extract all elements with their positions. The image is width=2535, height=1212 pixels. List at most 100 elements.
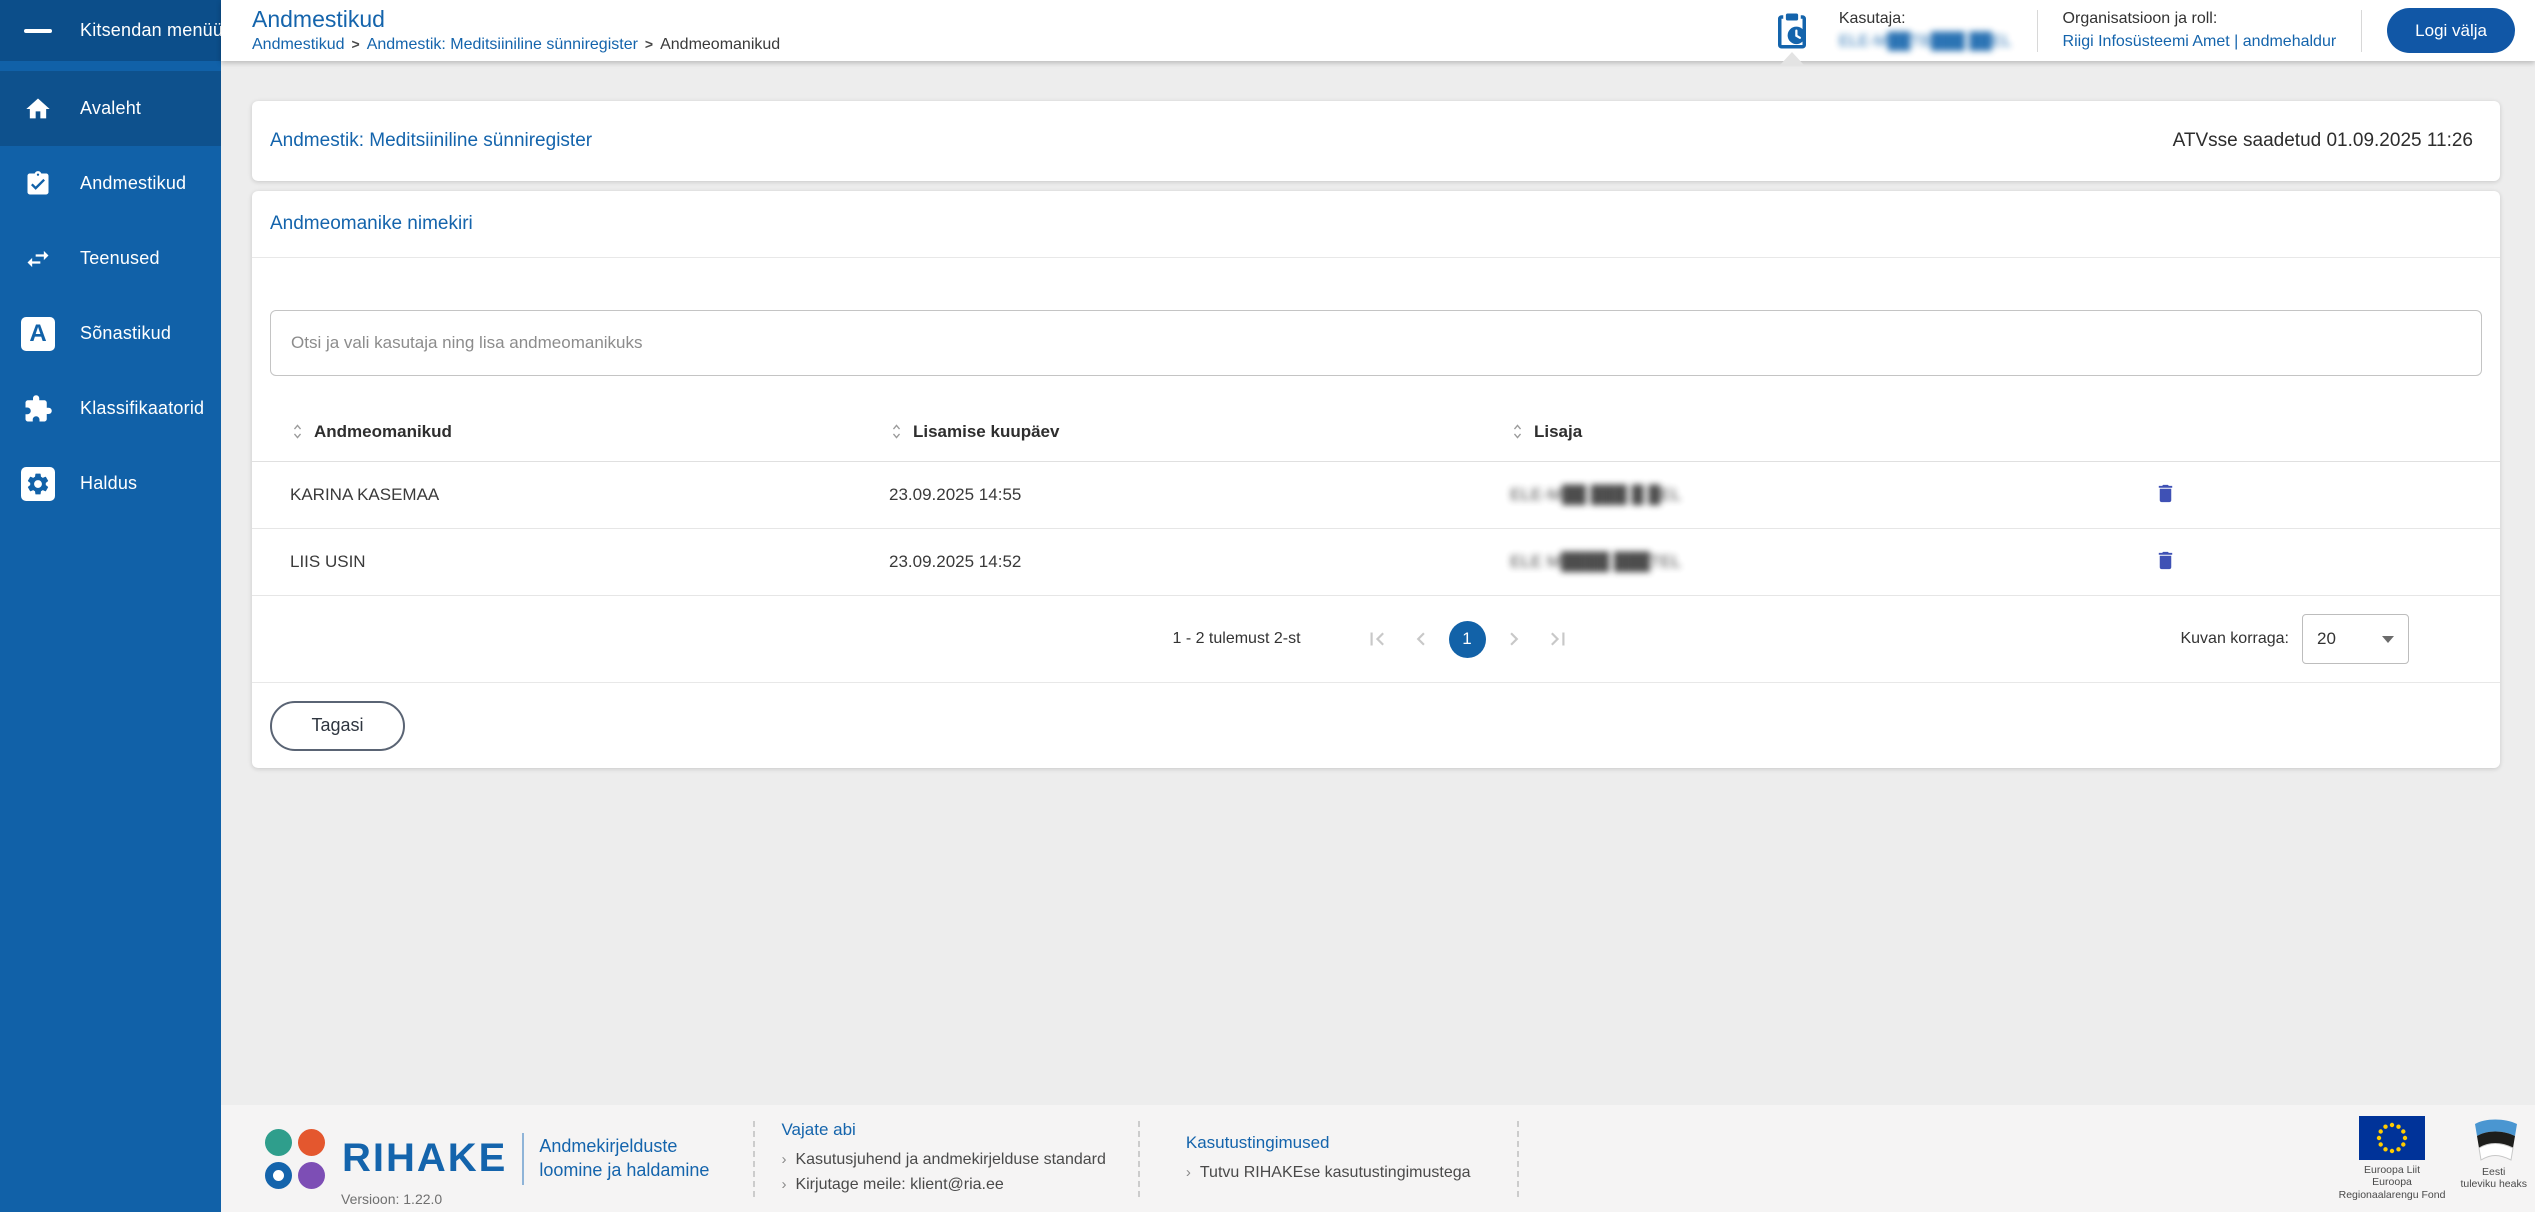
eu-flag-caption: Euroopa Liit Euroopa Regionaalarengu Fon… — [2338, 1163, 2446, 1201]
organisation-value: Riigi Infosüsteemi Amet | andmehaldur — [2062, 32, 2337, 50]
sidebar-item-label: Haldus — [80, 473, 138, 493]
pagination: 1 - 2 tulemust 2-st 1 Kuvan korraga: 20 — [252, 596, 2500, 682]
collapse-menu-icon — [19, 28, 57, 33]
logout-button[interactable]: Logi välja — [2387, 8, 2515, 53]
sidebar-item-haldus[interactable]: Haldus — [0, 446, 221, 521]
eu-flag-block: Euroopa Liit Euroopa Regionaalarengu Fon… — [2338, 1115, 2446, 1202]
chevron-right-icon: › — [781, 1176, 787, 1193]
clipboard-clock-icon[interactable] — [1770, 6, 1814, 65]
owner-added-date: 23.09.2025 14:55 — [889, 485, 1022, 504]
chevron-down-icon — [2382, 635, 2394, 643]
version-label: Versioon: 1.22.0 — [341, 1191, 443, 1207]
top-header: Andmestikud Andmestikud > Andmestik: Medit… — [221, 0, 2535, 65]
sidebar-item-klassifikaatorid[interactable]: Klassifikaatorid — [0, 371, 221, 446]
sidebar-item-label: Andmestikud — [80, 173, 187, 193]
chevron-right-icon: › — [1185, 1163, 1191, 1181]
organisation-block: Organisatsioon ja roll: Riigi Infosüstee… — [2063, 10, 2337, 51]
terms-title: Kasutustingimused — [1185, 1132, 1330, 1152]
rihake-logo: RIHAKE Andmekirjelduste loomine ja halda… — [265, 1128, 710, 1189]
pagination-summary: 1 - 2 tulemust 2-st — [1172, 630, 1301, 647]
dataset-card-title: Andmestik: Meditsiiniline sünniregister — [270, 130, 593, 151]
header-divider — [2036, 9, 2038, 52]
sort-icon — [892, 424, 901, 439]
breadcrumb-separator: > — [351, 36, 360, 53]
sidebar-item-avaleht[interactable]: Avaleht — [0, 71, 221, 146]
trash-icon — [2158, 551, 2173, 570]
header-divider — [2361, 9, 2363, 52]
user-label: Kasutaja: — [1838, 10, 1906, 28]
owner-search-input[interactable] — [270, 310, 2482, 376]
letter-a-icon: A — [19, 316, 57, 351]
footer-divider — [1516, 1120, 1519, 1197]
breadcrumb-link-andmestik[interactable]: Andmestik: Meditsiiniline sünniregister — [367, 36, 638, 53]
column-header-lisaja[interactable]: Lisaja — [1472, 422, 2114, 442]
column-header-lisamise-kuupaev[interactable]: Lisamise kuupäev — [851, 422, 1472, 442]
footer: RIHAKE Andmekirjelduste loomine ja halda… — [221, 1105, 2535, 1212]
sidebar-item-label: Klassifikaatorid — [80, 398, 205, 418]
table-row: KARINA KASEMAA 23.09.2025 14:55 ELE-M██ … — [252, 462, 2500, 529]
help-link-manual[interactable]: › Kasutusjuhend ja andmekirjelduse standa… — [781, 1147, 1105, 1172]
rihake-dots-icon — [265, 1128, 325, 1189]
help-section: Vajate abi › Kasutusjuhend ja andmekirjel… — [781, 1120, 1105, 1197]
sort-icon — [1513, 424, 1522, 439]
chevron-right-icon: › — [781, 1151, 787, 1168]
dataset-status: ATVsse saadetud 01.09.2025 11:26 — [2172, 130, 2473, 151]
page-title: Andmestikud — [252, 6, 385, 32]
puzzle-icon — [19, 394, 57, 424]
breadcrumb-separator: > — [644, 36, 654, 53]
per-page-label: Kuvan korraga: — [2180, 630, 2289, 647]
home-icon — [19, 95, 57, 123]
owner-added-by-redacted: ELE-M██ ███ █ █EL — [1510, 485, 1682, 504]
last-page-button[interactable] — [1541, 622, 1575, 656]
brand-divider — [522, 1132, 525, 1185]
organisation-label: Organisatsioon ja roll: — [2062, 10, 2218, 28]
sidebar-item-label: Avaleht — [80, 98, 142, 118]
delete-owner-button[interactable] — [2152, 480, 2179, 510]
next-page-button[interactable] — [1497, 622, 1531, 656]
footer-divider — [1137, 1120, 1140, 1197]
dataset-card: Andmestik: Meditsiiniline sünniregister … — [252, 101, 2500, 181]
owner-added-by-redacted: ELE M████ ███TEL — [1510, 552, 1682, 571]
content-area: Andmestik: Meditsiiniline sünniregister … — [221, 61, 2535, 1105]
breadcrumb: Andmestikud > Andmestik: Meditsiiniline sü… — [252, 36, 780, 54]
terms-section: Kasutustingimused › Tutvu RIHAKEse kasutu… — [1186, 1133, 1471, 1185]
brand-tagline: Andmekirjelduste loomine ja haldamine — [539, 1136, 710, 1180]
estonia-flag — [2474, 1119, 2517, 1161]
sidebar-item-label: Sõnastikud — [80, 323, 172, 343]
owners-table: Andmeomanikud Lisamise kuupäev Lisaja KA… — [252, 402, 2500, 596]
delete-owner-button[interactable] — [2152, 547, 2179, 577]
user-name-redacted: ELE-M██TB███ ██EL — [1838, 32, 2012, 50]
breadcrumb-current: Andmeomanikud — [660, 36, 781, 54]
swap-arrows-icon — [19, 245, 57, 273]
trash-icon — [2158, 484, 2173, 503]
help-title: Vajate abi — [781, 1120, 856, 1139]
terms-link[interactable]: › Tutvu RIHAKEse kasutustingimustega — [1186, 1160, 1471, 1185]
sidebar-item-teenused[interactable]: Teenused — [0, 221, 221, 296]
estonia-flag-block: Eesti tuleviku heaks — [2460, 1116, 2527, 1191]
clipboard-check-icon — [19, 170, 57, 198]
page-number-button[interactable]: 1 — [1448, 620, 1486, 658]
owner-name: LIIS USIN — [290, 552, 366, 571]
sidebar-collapse-toggle[interactable]: Kitsendan menüü — [0, 0, 224, 61]
brand-name: RIHAKE — [342, 1136, 508, 1180]
sidebar-item-sonastikud[interactable]: A Sõnastikud — [0, 296, 221, 371]
previous-page-button[interactable] — [1404, 622, 1438, 656]
column-header-andmeomanikud[interactable]: Andmeomanikud — [252, 422, 851, 442]
first-page-button[interactable] — [1360, 622, 1394, 656]
eu-flag — [2359, 1115, 2426, 1160]
back-button[interactable]: Tagasi — [270, 700, 405, 751]
owners-card: Andmeomanike nimekiri Andmeomanikud Lisa… — [252, 191, 2500, 768]
sidebar-item-andmestikud[interactable]: Andmestikud — [0, 146, 221, 221]
breadcrumb-link-andmestikud[interactable]: Andmestikud — [252, 36, 345, 53]
owner-name: KARINA KASEMAA — [290, 485, 440, 504]
owners-card-title: Andmeomanike nimekiri — [270, 213, 473, 234]
per-page-select[interactable]: 20 — [2302, 614, 2409, 664]
sidebar-collapse-label: Kitsendan menüü — [80, 20, 224, 40]
gear-icon — [19, 466, 57, 501]
estonia-flag-caption: Eesti tuleviku heaks — [2460, 1165, 2527, 1191]
tooltip-arrow — [1779, 51, 1804, 65]
sidebar: Kitsendan menüü Avaleht Andmestikud Teen… — [0, 0, 224, 1212]
table-row: LIIS USIN 23.09.2025 14:52 ELE M████ ███… — [252, 529, 2500, 596]
sidebar-item-label: Teenused — [80, 248, 160, 268]
help-link-email[interactable]: › Kirjutage meile: klient@ria.ee — [781, 1172, 1105, 1197]
